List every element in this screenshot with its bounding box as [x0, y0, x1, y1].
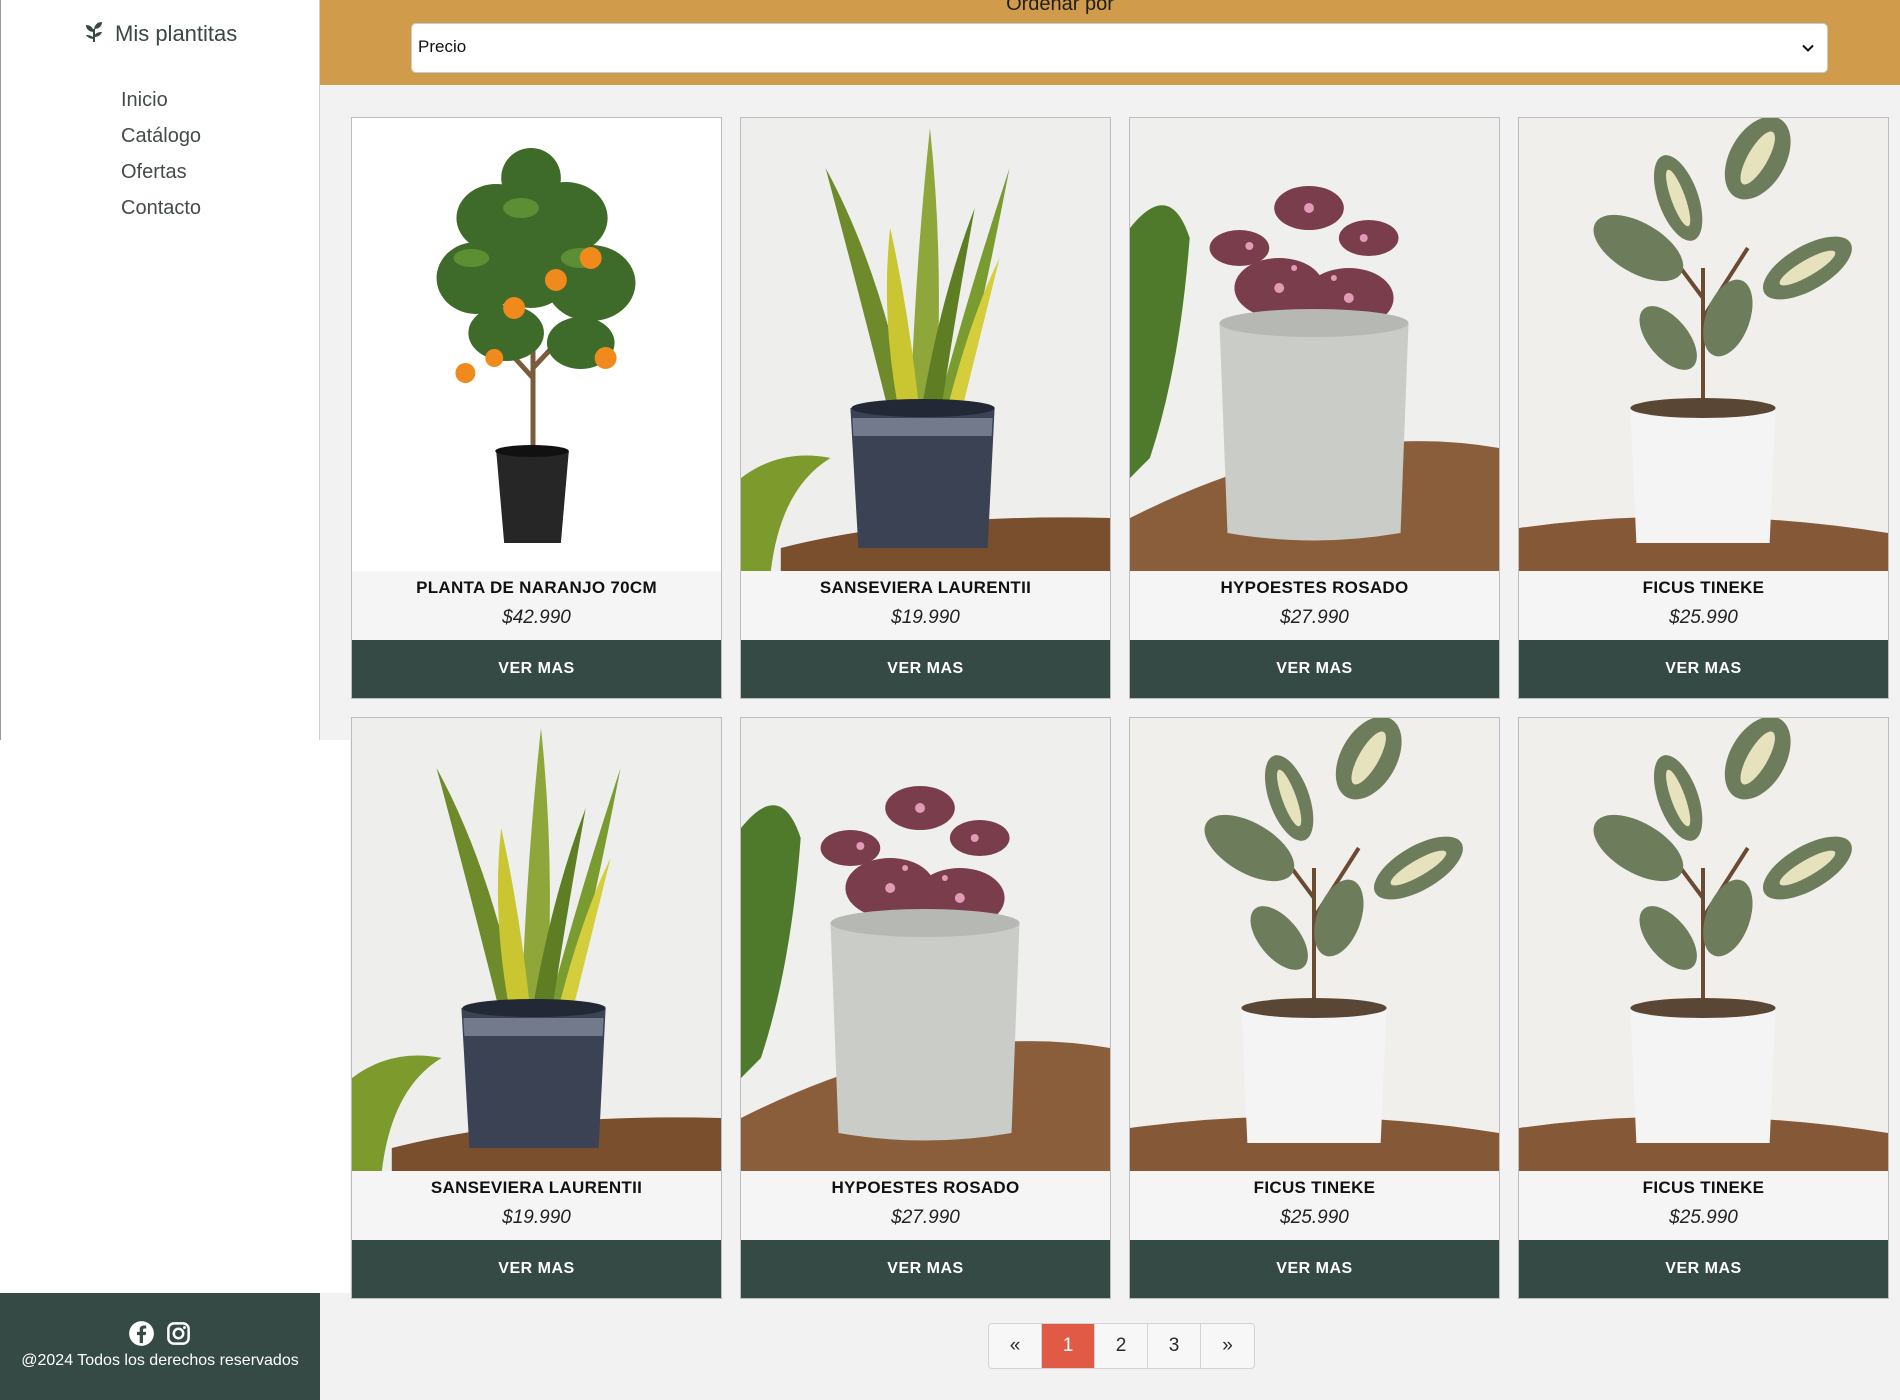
product-price: $25.990 [1669, 607, 1738, 628]
ver-mas-button[interactable]: VER MAS [352, 640, 721, 698]
ver-mas-button[interactable]: VER MAS [1130, 1240, 1499, 1298]
product-name: HYPOESTES ROSADO [831, 1178, 1020, 1197]
product-card: FICUS TINEKE $25.990 VER MAS [1518, 717, 1889, 1299]
sort-bar: Ordenar por Precio [320, 0, 1900, 85]
product-card: SANSEVIERA LAURENTII $19.990 VER MAS [740, 117, 1111, 699]
product-card: HYPOESTES ROSADO $27.990 VER MAS [740, 717, 1111, 1299]
product-price: $25.990 [1669, 1207, 1738, 1228]
product-name: SANSEVIERA LAURENTII [819, 578, 1032, 597]
product-name: HYPOESTES ROSADO [1220, 578, 1409, 597]
product-image-snake-plant[interactable] [352, 718, 721, 1171]
product-image-orange-tree[interactable] [352, 118, 721, 571]
product-price: $19.990 [502, 1207, 571, 1228]
sort-selected-value: Precio [418, 37, 467, 56]
nav-item-catalogo: Catálogo [121, 120, 201, 156]
ver-mas-button[interactable]: VER MAS [1130, 640, 1499, 698]
nav-item-contacto: Contacto [121, 192, 201, 228]
pagination-next[interactable]: » [1201, 1324, 1254, 1368]
product-price: $25.990 [1280, 1207, 1349, 1228]
brand-link[interactable]: Mis plantitas [81, 18, 237, 50]
nav-link-ofertas[interactable]: Ofertas [121, 161, 187, 183]
pagination-page-2[interactable]: 2 [1095, 1324, 1148, 1368]
sort-label: Ordenar por [1006, 0, 1114, 15]
product-name: FICUS TINEKE [1642, 578, 1765, 597]
product-image-snake-plant[interactable] [741, 118, 1110, 571]
pagination-page-3[interactable]: 3 [1148, 1324, 1201, 1368]
sidebar: Mis plantitas Inicio Catálogo Ofertas Co… [0, 0, 320, 740]
pagination: « 1 2 3 » [988, 1323, 1255, 1369]
product-image-ficus[interactable] [1519, 718, 1888, 1171]
product-image-polka-dot-plant[interactable] [1130, 118, 1499, 571]
chevron-down-icon [1801, 40, 1815, 54]
product-card: PLANTA DE NARANJO 70CM $42.990 VER MAS [351, 117, 722, 699]
pagination-page-1[interactable]: 1 [1042, 1324, 1095, 1368]
brand-name: Mis plantitas [115, 21, 238, 46]
nav-item-ofertas: Ofertas [121, 156, 201, 192]
product-image-polka-dot-plant[interactable] [741, 718, 1110, 1171]
product-image-ficus[interactable] [1519, 118, 1888, 571]
ver-mas-button[interactable]: VER MAS [1519, 640, 1888, 698]
nav-link-contacto[interactable]: Contacto [121, 197, 201, 219]
product-name: FICUS TINEKE [1642, 1178, 1765, 1197]
nav-item-inicio: Inicio [121, 84, 201, 120]
ver-mas-button[interactable]: VER MAS [1519, 1240, 1888, 1298]
product-name: PLANTA DE NARANJO 70CM [416, 578, 657, 597]
nav-link-catalogo[interactable]: Catálogo [121, 125, 201, 147]
nav-link-inicio[interactable]: Inicio [121, 89, 168, 111]
footer: @2024 Todos los derechos reservados [0, 1293, 320, 1400]
product-price: $42.990 [502, 607, 571, 628]
pagination-prev[interactable]: « [989, 1324, 1042, 1368]
product-image-ficus[interactable] [1130, 718, 1499, 1171]
product-card: FICUS TINEKE $25.990 VER MAS [1518, 117, 1889, 699]
sort-select[interactable]: Precio [411, 23, 1828, 73]
product-price: $27.990 [891, 1207, 960, 1228]
product-card: FICUS TINEKE $25.990 VER MAS [1129, 717, 1500, 1299]
product-price: $19.990 [891, 607, 960, 628]
ver-mas-button[interactable]: VER MAS [741, 1240, 1110, 1298]
social-links [0, 1320, 320, 1347]
page: Mis plantitas Inicio Catálogo Ofertas Co… [0, 0, 1900, 1400]
main-nav: Inicio Catálogo Ofertas Contacto [121, 84, 201, 228]
product-card: HYPOESTES ROSADO $27.990 VER MAS [1129, 117, 1500, 699]
instagram-icon[interactable] [165, 1320, 192, 1347]
sidebar-blank-area [0, 740, 350, 1293]
ver-mas-button[interactable]: VER MAS [741, 640, 1110, 698]
facebook-icon[interactable] [128, 1320, 155, 1347]
sprout-icon [81, 18, 107, 50]
product-name: FICUS TINEKE [1253, 1178, 1376, 1197]
product-price: $27.990 [1280, 607, 1349, 628]
product-grid: PLANTA DE NARANJO 70CM $42.990 VER MAS S… [351, 117, 1889, 1299]
ver-mas-button[interactable]: VER MAS [352, 1240, 721, 1298]
product-name: SANSEVIERA LAURENTII [430, 1178, 643, 1197]
copyright-text: @2024 Todos los derechos reservados [21, 1352, 299, 1369]
product-card: SANSEVIERA LAURENTII $19.990 VER MAS [351, 717, 722, 1299]
